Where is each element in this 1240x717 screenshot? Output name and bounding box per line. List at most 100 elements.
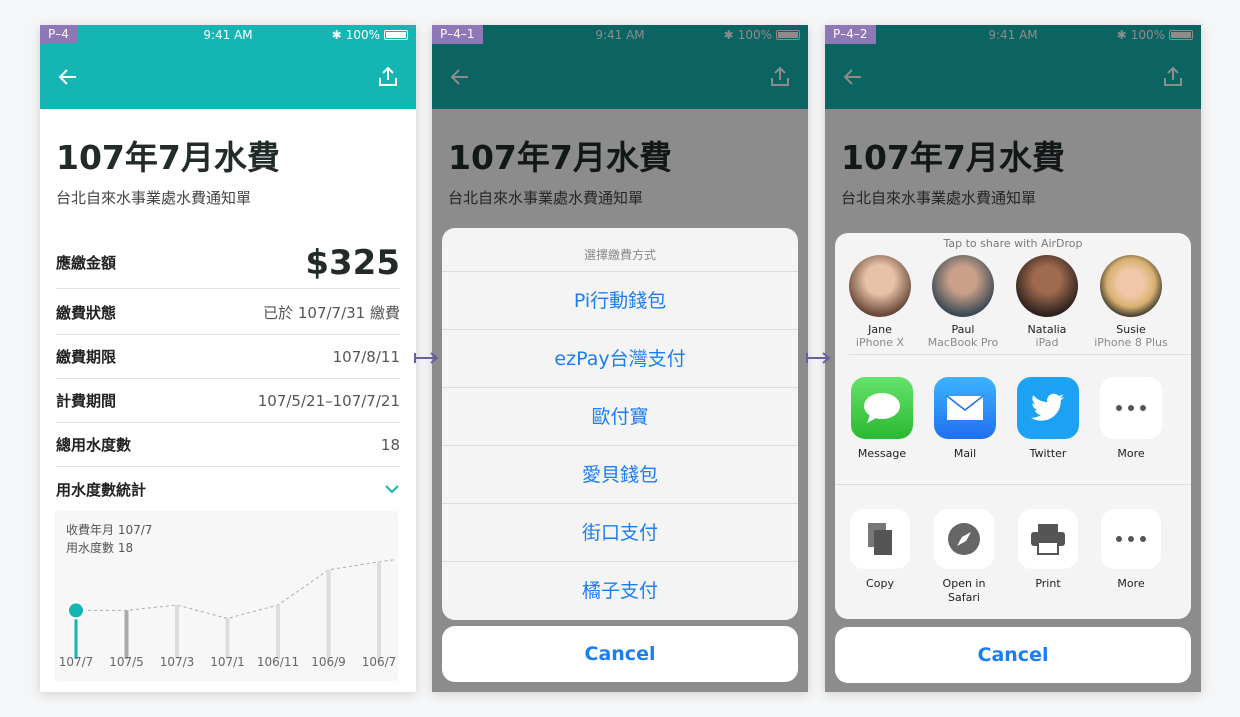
row-deadline: 繳費期限 107/8/11: [56, 335, 400, 379]
person-device: iPhone X: [855, 336, 905, 349]
share-apps-row: Message Mail Twitter More: [835, 355, 1191, 485]
action-print[interactable]: Print: [1008, 509, 1088, 591]
x-tick-label: 106/7: [361, 655, 397, 669]
app-label: Twitter: [1029, 447, 1067, 460]
chevron-down-icon: [385, 485, 399, 494]
printer-icon: [1018, 509, 1078, 569]
airdrop-people: Jane iPhone X Paul MacBook Pro Natalia i…: [849, 255, 1191, 355]
x-tick-label: 107/1: [210, 655, 245, 669]
x-tick-label: 107/3: [159, 655, 195, 669]
payment-option-gamapay[interactable]: 橘子支付: [442, 562, 798, 620]
app-mail[interactable]: Mail: [925, 377, 1005, 461]
row-value: 已於 107/7/31 繳費: [263, 304, 400, 322]
payment-option-jkopay[interactable]: 街口支付: [442, 504, 798, 562]
mail-icon: [934, 377, 996, 439]
row-key: 計費期間: [56, 392, 117, 410]
more-icon: [1101, 509, 1161, 569]
app-message[interactable]: Message: [842, 377, 922, 461]
row-period: 計費期間 107/5/21–107/7/21: [56, 379, 400, 423]
battery-icon: [384, 30, 408, 40]
airdrop-person[interactable]: Jane iPhone X: [839, 255, 921, 349]
row-key: 繳費期限: [56, 348, 117, 366]
row-value: 107/5/21–107/7/21: [257, 391, 400, 410]
action-label: More: [1117, 577, 1145, 590]
twitter-icon: [1017, 377, 1079, 439]
bluetooth-icon: ✱: [331, 28, 342, 42]
avatar: [932, 255, 994, 317]
cancel-button[interactable]: Cancel: [442, 626, 798, 682]
person-name: Natalia: [1027, 323, 1067, 336]
message-icon: [851, 377, 913, 439]
row-key: 應繳金額: [56, 254, 117, 272]
person-name: Paul: [951, 323, 975, 336]
usage-chart: 收費年月 107/7 用水度數 18 107/7 107/5 107/3 107/1 1…: [54, 511, 398, 681]
back-arrow-icon[interactable]: [56, 65, 80, 89]
selected-point[interactable]: [67, 601, 85, 620]
app-label: More: [1117, 447, 1145, 460]
flow-arrow-icon: [414, 352, 439, 364]
bill-content: 107年7月水費 台北自來水事業處水費通知單 應繳金額 $325 繳費狀態 已於 1…: [40, 109, 416, 692]
app-label: Message: [857, 447, 907, 460]
airdrop-person[interactable]: Susie iPhone 8 Plus: [1090, 255, 1172, 349]
action-label: Copy: [866, 577, 894, 590]
payment-option-pi[interactable]: Pi行動錢包: [442, 272, 798, 330]
copy-icon: [850, 509, 910, 569]
airdrop-person[interactable]: Paul MacBook Pro: [922, 255, 1004, 349]
app-twitter[interactable]: Twitter: [1008, 377, 1088, 461]
cancel-button[interactable]: Cancel: [835, 627, 1191, 683]
row-key: 用水度數統計: [56, 480, 147, 499]
person-name: Jane: [868, 323, 892, 336]
avatar: [1100, 255, 1162, 317]
more-icon: [1100, 377, 1162, 439]
battery-percent: 100%: [345, 28, 380, 42]
row-value: 18: [380, 435, 400, 454]
screen-tag: P–4–1: [432, 25, 483, 44]
action-open-safari[interactable]: Open in Safari: [924, 509, 1004, 605]
navbar: P–4 9:41 AM ✱ 100%: [40, 25, 416, 109]
row-key: 繳費狀態: [56, 304, 117, 322]
person-device: MacBook Pro: [927, 336, 999, 349]
screen-share-sheet: P–4–2 9:41 AM ✱ 100% 107年7月水費 台北自來水事業處水費通…: [825, 25, 1201, 692]
person-device: iPhone 8 Plus: [1094, 336, 1168, 349]
share-actions-row: Copy Open in Safari Print More: [835, 485, 1191, 615]
x-tick-label: 107/7: [58, 655, 94, 669]
screen-tag: P–4: [40, 25, 77, 44]
payment-option-allpay[interactable]: 歐付寶: [442, 388, 798, 446]
amount-value: $325: [305, 242, 400, 283]
action-label: Print: [1035, 577, 1061, 590]
sheet-title: 選擇繳費方式: [442, 228, 798, 272]
payment-option-ezpay[interactable]: ezPay台灣支付: [442, 330, 798, 388]
action-copy[interactable]: Copy: [840, 509, 920, 591]
usage-stats-toggle[interactable]: 用水度數統計: [56, 467, 400, 511]
trend-line: [76, 559, 396, 620]
flow-arrow-icon: [806, 352, 831, 364]
payment-action-sheet: 選擇繳費方式 Pi行動錢包 ezPay台灣支付 歐付寶 愛貝錢包 街口支付 橘子…: [442, 228, 798, 620]
airdrop-title: Tap to share with AirDrop: [943, 237, 1083, 250]
person-device: iPad: [1035, 336, 1059, 349]
screen-payment-method: P–4–1 9:41 AM ✱ 100% 107年7月水費 台北自來水事業處水費通…: [432, 25, 808, 692]
page-subtitle: 台北自來水事業處水費通知單: [56, 189, 252, 207]
app-label: Mail: [953, 447, 977, 460]
payment-option-ibeipay[interactable]: 愛貝錢包: [442, 446, 798, 504]
x-tick-label: 106/11: [256, 655, 300, 669]
person-name: Susie: [1116, 323, 1146, 336]
x-tick-label: 107/5: [109, 655, 144, 669]
screen-bill-detail: P–4 9:41 AM ✱ 100% 107年7月水費 台北自來水事業處水費通知單…: [40, 25, 416, 692]
status-bar: 9:41 AM ✱ 100%: [40, 25, 416, 45]
row-key: 總用水度數: [56, 436, 132, 454]
row-usage: 總用水度數 18: [56, 423, 400, 467]
app-more[interactable]: More: [1091, 377, 1171, 461]
page-title: 107年7月水費: [56, 138, 280, 177]
share-icon[interactable]: [376, 65, 400, 89]
avatar: [849, 255, 911, 317]
row-status: 繳費狀態 已於 107/7/31 繳費: [56, 291, 400, 335]
airdrop-person[interactable]: Natalia iPad: [1006, 255, 1088, 349]
x-tick-label: 106/9: [311, 655, 346, 669]
action-more[interactable]: More: [1091, 509, 1171, 591]
action-label: Open in Safari: [942, 577, 986, 604]
share-sheet: Tap to share with AirDrop Jane iPhone X …: [835, 233, 1191, 619]
row-amount: 應繳金額 $325: [56, 237, 400, 289]
compass-icon: [934, 509, 994, 569]
screen-tag: P–4–2: [825, 25, 876, 44]
avatar: [1016, 255, 1078, 317]
